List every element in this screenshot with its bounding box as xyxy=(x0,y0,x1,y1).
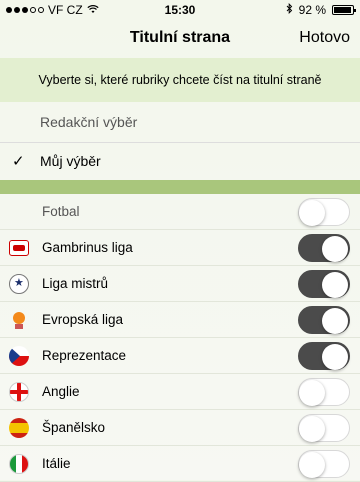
section-label: Fotbal xyxy=(42,204,80,219)
signal-strength-icon xyxy=(6,7,44,13)
section-toggle[interactable] xyxy=(298,270,350,298)
sections-list: Fotbal Gambrinus liga Liga mistrů Evrops… xyxy=(0,194,360,482)
section-label: Španělsko xyxy=(42,420,106,435)
bluetooth-icon xyxy=(286,2,293,17)
page-title: Titulní strana xyxy=(129,29,231,46)
section-toggle[interactable] xyxy=(298,378,350,406)
section-row-reprezentace: Reprezentace xyxy=(0,338,360,374)
section-row-italie: Itálie xyxy=(0,446,360,482)
status-bar: VF CZ 15:30 92 % xyxy=(0,0,360,20)
section-toggle[interactable] xyxy=(298,306,350,334)
section-row-liga-mistru: Liga mistrů xyxy=(0,266,360,302)
europa-league-icon xyxy=(8,310,30,330)
section-toggle[interactable] xyxy=(298,414,350,442)
italy-flag-icon xyxy=(8,454,30,474)
champions-league-icon xyxy=(8,274,30,294)
gambrinus-logo-icon xyxy=(8,238,30,258)
battery-percent: 92 % xyxy=(298,3,326,17)
section-label: Liga mistrů xyxy=(42,276,109,291)
mode-option-label: Můj výběr xyxy=(40,152,101,169)
czech-flag-icon xyxy=(8,346,30,366)
section-row-spanelsko: Španělsko xyxy=(0,410,360,446)
mode-option-editorial[interactable]: Redakční výběr xyxy=(0,104,360,140)
section-row-gambrinus-liga: Gambrinus liga xyxy=(0,230,360,266)
navigation-bar: Titulní strana Hotovo xyxy=(0,20,360,56)
instruction-text: Vyberte si, které rubriky chcete číst na… xyxy=(38,72,322,87)
section-toggle[interactable] xyxy=(298,198,350,226)
england-flag-icon xyxy=(8,382,30,402)
section-label: Gambrinus liga xyxy=(42,240,133,255)
section-label: Evropská liga xyxy=(42,312,124,327)
section-label: Anglie xyxy=(42,384,80,399)
mode-option-my-selection[interactable]: ✓ Můj výběr xyxy=(0,142,360,178)
section-label: Itálie xyxy=(42,456,71,471)
status-right: 92 % xyxy=(286,2,356,17)
done-button[interactable]: Hotovo xyxy=(299,29,350,47)
wifi-icon xyxy=(87,3,99,17)
section-toggle[interactable] xyxy=(298,234,350,262)
spain-flag-icon xyxy=(8,418,30,438)
section-row-anglie: Anglie xyxy=(0,374,360,410)
section-toggle[interactable] xyxy=(298,450,350,478)
section-label: Reprezentace xyxy=(42,348,127,363)
instruction-banner: Vyberte si, které rubriky chcete číst na… xyxy=(0,58,360,102)
section-toggle[interactable] xyxy=(298,342,350,370)
checkmark-icon: ✓ xyxy=(12,152,25,170)
section-divider xyxy=(0,180,360,194)
section-row-fotbal: Fotbal xyxy=(0,194,360,230)
mode-option-label: Redakční výběr xyxy=(40,114,138,130)
battery-icon xyxy=(332,5,356,15)
section-row-evropska-liga: Evropská liga xyxy=(0,302,360,338)
carrier-label: VF CZ xyxy=(48,3,83,17)
status-left: VF CZ xyxy=(6,3,99,17)
